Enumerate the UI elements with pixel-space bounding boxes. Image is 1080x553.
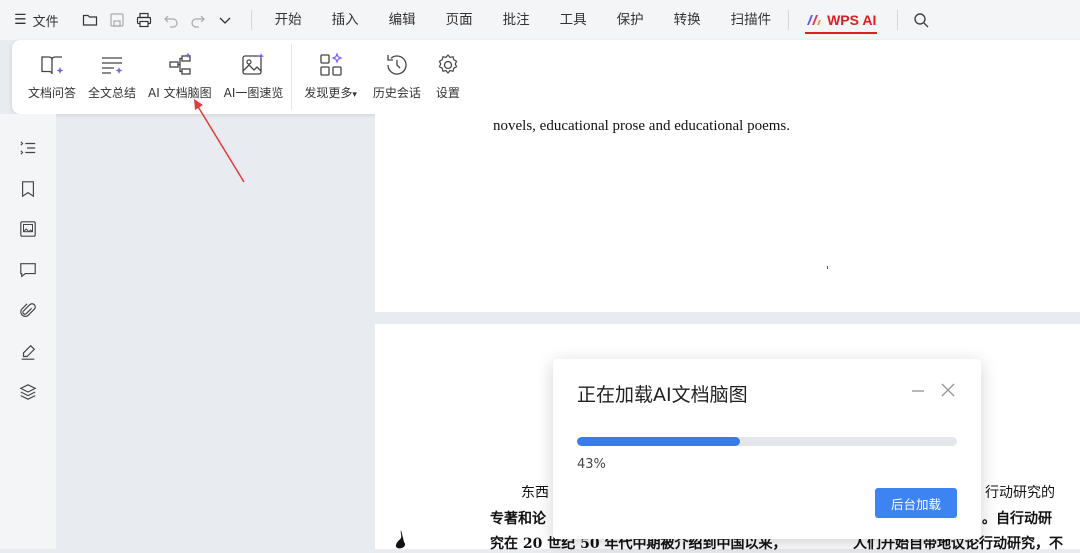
divider [291,44,293,110]
apps-grid-icon [318,52,344,78]
tab-scan[interactable]: 扫描件 [716,0,787,40]
doc-qa-label: 文档问答 [28,86,77,100]
bookmark-icon[interactable] [18,179,38,199]
settings-label: 设置 [435,86,460,100]
file-menu-label: 文件 [32,14,59,30]
close-icon[interactable] [939,381,957,399]
image-icon[interactable] [18,219,38,239]
tab-insert[interactable]: 插入 [317,0,374,40]
history-chat-label: 历史会话 [372,86,421,100]
tab-wps-ai-label: WPS AI [827,12,877,28]
wps-ai-logo-icon [807,15,822,25]
hamburger-icon: ☰ [14,12,27,28]
file-menu[interactable]: ☰ 文件 [14,11,59,30]
mindmap-icon [167,52,193,78]
signature-icon[interactable] [18,342,38,362]
dialog-title: 正在加载AI文档脑图 [577,384,748,406]
tab-edit[interactable]: 编辑 [374,0,431,40]
image-sparkle-icon [240,52,266,78]
tab-protect[interactable]: 保护 [602,0,659,40]
tab-page[interactable]: 页面 [431,0,488,40]
minimize-icon[interactable] [909,381,927,399]
paragraph-text: novels, educational prose and educationa… [493,118,790,134]
discover-more-text: 发现更多 [304,86,353,100]
comment-icon[interactable] [18,260,38,280]
history-chat-button[interactable]: 历史会话 [373,52,421,101]
ai-ribbon: 文档问答 全文总结 AI 文档脑图 AI一图速览 发现更多▾ 历史会话 设置 [12,40,1080,114]
summary-label: 全文总结 [88,86,137,100]
ai-quick-view-label: AI一图速览 [223,86,284,100]
open-folder-icon[interactable] [81,11,99,29]
menu-bar: ☰ 文件 开始 插入 编辑 页面 批注 工具 保护 转换 扫描件 WPS AI [0,0,1080,40]
ai-mindmap-label: AI 文档脑图 [148,86,212,100]
discover-more-label: 发现更多▾ [304,84,357,101]
paragraph-text: 东西 [521,485,549,501]
divider [250,10,252,30]
tab-comment[interactable]: 批注 [488,0,545,40]
history-icon [384,52,410,78]
paragraph-text: 行动研究的 [985,485,1055,501]
discover-more-button[interactable]: 发现更多▾ [304,52,357,101]
print-icon[interactable] [135,11,153,29]
document-page: novels, educational prose and educationa… [375,114,1080,312]
progress-percent: 43% [577,457,606,472]
ai-mindmap-button[interactable]: AI 文档脑图 [148,52,212,101]
gear-icon [435,52,461,78]
progress-bar [577,437,957,446]
paragraph-text: 专著和论 [490,511,546,527]
quick-access-toolbar [81,11,243,29]
tab-wps-ai[interactable]: WPS AI [791,0,891,40]
summary-button[interactable]: 全文总结 [88,52,136,101]
tab-tools[interactable]: 工具 [545,0,602,40]
progress-fill [577,437,741,446]
outline-icon[interactable] [18,138,38,158]
loading-dialog: 正在加载AI文档脑图 43% 后台加载 [553,359,981,539]
doc-qa-button[interactable]: 文档问答 [28,52,76,101]
ai-quick-view-button[interactable]: AI一图速览 [223,52,284,101]
tab-bar: 开始 插入 编辑 页面 批注 工具 保护 转换 扫描件 WPS AI [260,0,892,40]
search-icon[interactable] [910,9,932,31]
left-sidebar [0,114,56,549]
paragraph-text: 。自行动研 [982,511,1052,527]
divider [788,10,790,30]
text-cursor [827,266,828,269]
background-load-button[interactable]: 后台加载 [875,488,957,518]
divider [897,10,899,30]
attachment-icon[interactable] [18,301,38,321]
chevron-down-icon[interactable] [216,11,234,29]
margin-mark-icon [395,530,406,549]
layers-icon[interactable] [18,382,38,402]
undo-icon[interactable] [162,11,180,29]
redo-icon[interactable] [189,11,207,29]
tab-home[interactable]: 开始 [260,0,317,40]
summary-icon [99,52,125,78]
settings-button[interactable]: 设置 [435,52,461,101]
tab-convert[interactable]: 转换 [659,0,716,40]
book-sparkle-icon [39,52,65,78]
dropdown-arrow-icon: ▾ [352,90,357,100]
save-icon[interactable] [108,11,126,29]
